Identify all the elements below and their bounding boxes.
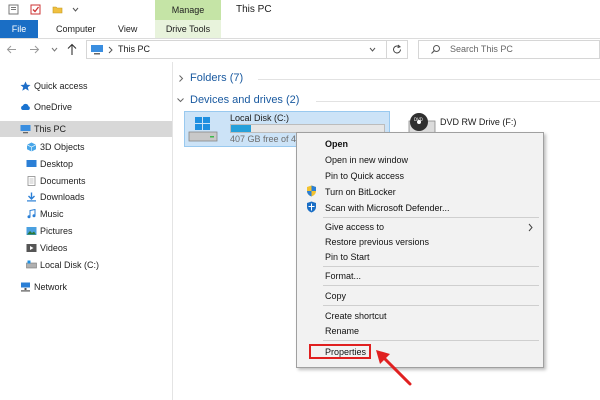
tab-drive-tools[interactable]: Drive Tools	[155, 20, 221, 38]
refresh-button[interactable]	[386, 41, 407, 58]
menu-item-rename[interactable]: Rename	[325, 326, 359, 336]
manage-tab[interactable]: Manage	[155, 0, 221, 20]
recent-chevron-down-icon[interactable]	[50, 45, 59, 54]
properties-quick-icon[interactable]	[8, 4, 19, 15]
address-path[interactable]: This PC	[118, 44, 150, 54]
computer-icon	[91, 45, 103, 55]
nav-item-desktop[interactable]: Desktop	[0, 156, 172, 172]
tab-view[interactable]: View	[118, 20, 137, 38]
nav-item-network[interactable]: Network	[0, 279, 172, 295]
drive-c-free-space: 407 GB free of 4	[230, 134, 297, 144]
nav-item-documents[interactable]: Documents	[0, 173, 172, 189]
menu-item-scan-defender[interactable]: Scan with Microsoft Defender...	[325, 203, 450, 213]
refresh-icon	[393, 44, 401, 54]
menu-item-restore-versions[interactable]: Restore previous versions	[325, 237, 429, 247]
nav-item-videos[interactable]: Videos	[0, 240, 172, 256]
menu-separator	[323, 217, 539, 218]
drive-dvd-name[interactable]: DVD RW Drive (F:)	[440, 117, 516, 127]
network-icon	[21, 282, 30, 292]
red-arrow-annotation-icon	[376, 350, 412, 386]
search-input[interactable]: Search This PC	[450, 44, 513, 54]
folder-quick-icon[interactable]	[52, 4, 63, 15]
menu-separator	[323, 285, 539, 286]
address-dropdown-icon[interactable]	[368, 45, 377, 54]
title-bar	[0, 0, 600, 20]
menu-item-open-new-window[interactable]: Open in new window	[325, 155, 408, 165]
menu-item-create-shortcut[interactable]: Create shortcut	[325, 311, 387, 321]
up-arrow-icon[interactable]	[66, 43, 78, 56]
menu-separator	[323, 266, 539, 267]
devices-divider	[316, 101, 600, 102]
picture-icon	[26, 227, 37, 235]
video-icon	[26, 244, 37, 252]
defender-shield-icon	[307, 201, 316, 213]
menu-item-copy[interactable]: Copy	[325, 291, 346, 301]
pane-divider	[172, 62, 173, 400]
music-icon	[27, 209, 36, 219]
context-menu: Open Open in new window Pin to Quick acc…	[296, 132, 544, 368]
nav-item-local-disk[interactable]: Local Disk (C:)	[0, 257, 172, 273]
devices-collapse-chevron-icon[interactable]	[176, 96, 185, 104]
folders-divider	[258, 79, 600, 80]
menu-separator	[323, 305, 539, 306]
window-title: This PC	[236, 4, 272, 15]
star-icon	[20, 81, 31, 91]
nav-item-3d-objects[interactable]: 3D Objects	[0, 139, 172, 155]
drive-c-usage-fill	[231, 125, 251, 132]
cube-icon	[26, 142, 37, 152]
menu-separator	[323, 340, 539, 341]
nav-item-pictures[interactable]: Pictures	[0, 223, 172, 239]
menu-item-pin-quick-access[interactable]: Pin to Quick access	[325, 171, 404, 181]
chevron-down-icon[interactable]	[70, 4, 81, 15]
desktop-icon	[26, 160, 37, 167]
folders-expand-chevron-icon[interactable]	[177, 74, 185, 83]
computer-icon	[20, 125, 31, 134]
menu-item-open[interactable]: Open	[325, 139, 348, 149]
forward-arrow-icon[interactable]	[28, 44, 40, 55]
folders-group-header[interactable]: Folders (7)	[190, 72, 243, 84]
cloud-icon	[21, 103, 30, 110]
checkmark-quick-icon[interactable]	[30, 4, 41, 15]
disk-icon	[26, 260, 37, 269]
nav-item-downloads[interactable]: Downloads	[0, 189, 172, 205]
breadcrumb-chevron-icon	[108, 46, 113, 54]
download-icon	[27, 192, 36, 202]
menu-item-bitlocker[interactable]: Turn on BitLocker	[325, 187, 396, 197]
bitlocker-shield-icon	[307, 185, 316, 197]
tab-computer[interactable]: Computer	[56, 20, 96, 38]
devices-group-header[interactable]: Devices and drives (2)	[190, 94, 299, 106]
search-icon	[431, 45, 440, 54]
nav-item-music[interactable]: Music	[0, 206, 172, 222]
menu-item-give-access[interactable]: Give access to	[325, 222, 384, 232]
tab-file[interactable]: File	[0, 20, 38, 38]
menu-item-pin-start[interactable]: Pin to Start	[325, 252, 370, 262]
back-arrow-icon[interactable]	[6, 44, 18, 55]
nav-item-onedrive[interactable]: OneDrive	[0, 99, 172, 115]
menu-item-format[interactable]: Format...	[325, 271, 361, 281]
svg-text:DVD: DVD	[414, 117, 423, 122]
windows-drive-icon	[188, 117, 218, 142]
nav-item-quick-access[interactable]: Quick access	[0, 78, 172, 94]
properties-highlight-box	[309, 344, 371, 359]
drive-c-name: Local Disk (C:)	[230, 113, 290, 123]
nav-item-this-pc[interactable]: This PC	[0, 121, 172, 137]
document-icon	[27, 176, 36, 186]
submenu-chevron-icon	[528, 223, 533, 232]
